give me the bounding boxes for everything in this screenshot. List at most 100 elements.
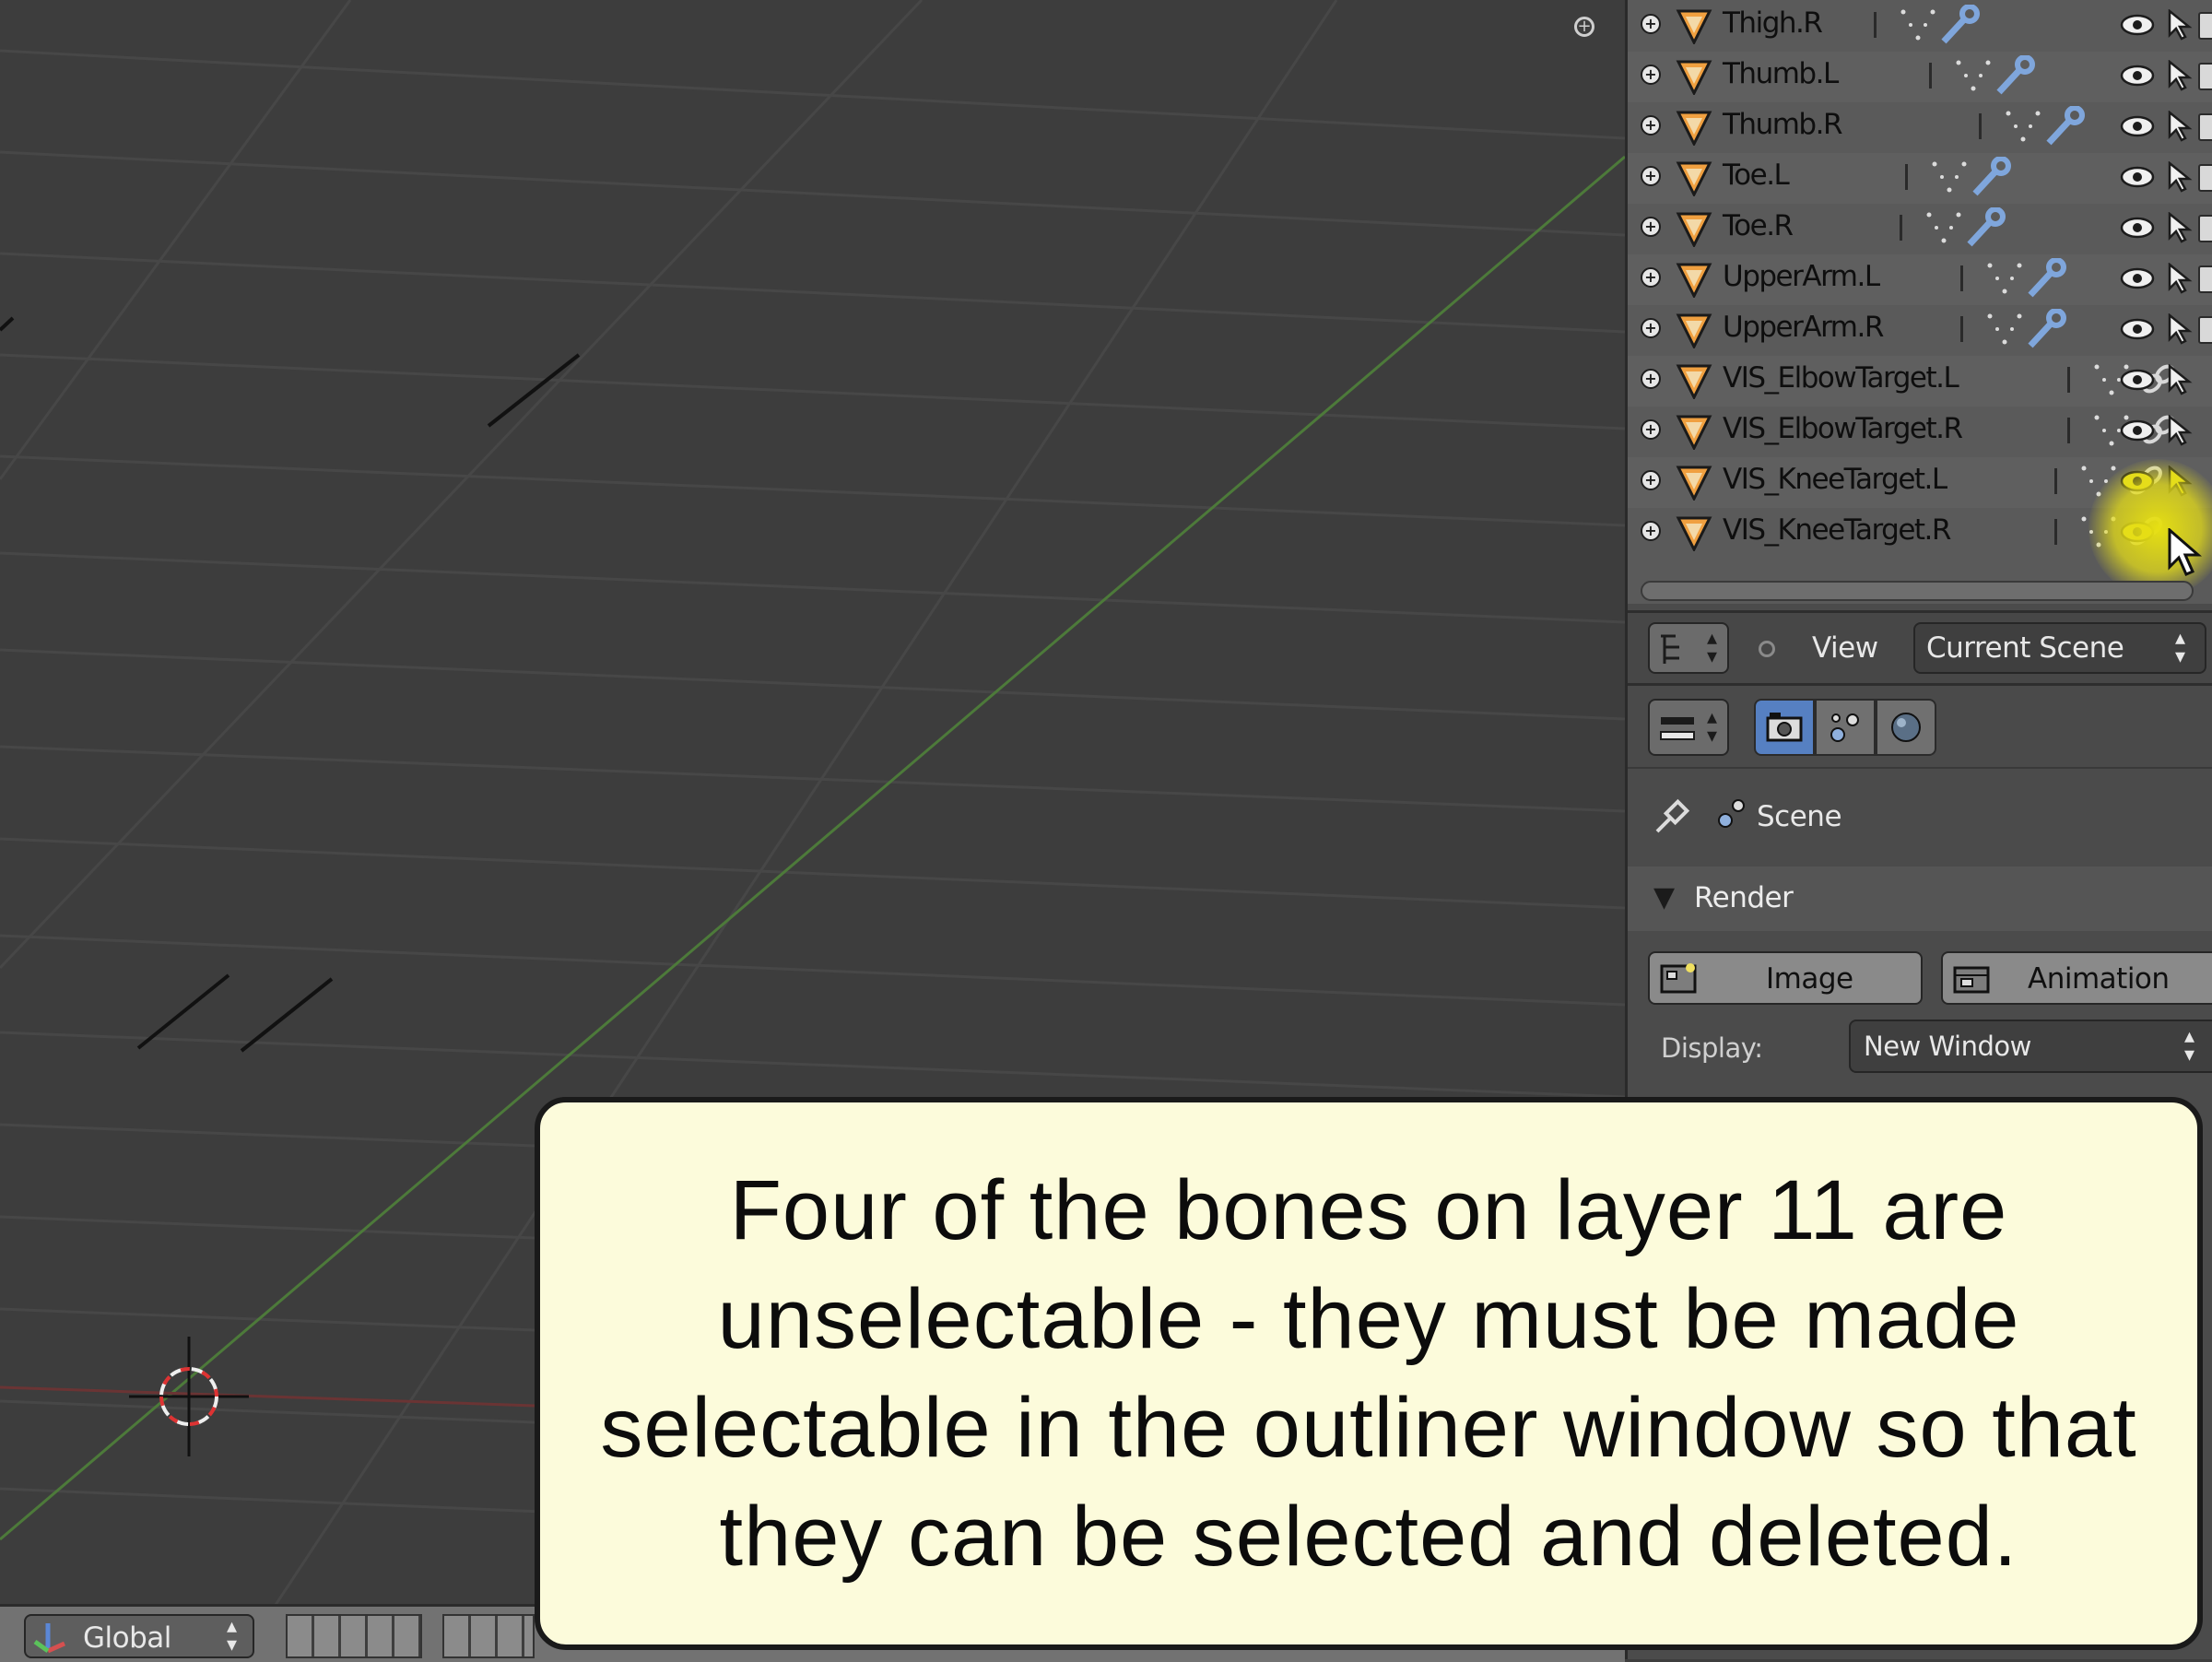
render-animation-button[interactable]: Animation <box>1941 951 2212 1005</box>
transform-orientation-dropdown[interactable]: Global ▴ ▾ <box>24 1614 254 1658</box>
visibility-eye-icon[interactable] <box>2120 519 2155 545</box>
expand-toggle-icon[interactable]: + <box>1641 521 1661 541</box>
expand-toggle-icon[interactable]: + <box>1641 14 1661 34</box>
expand-toggle-icon[interactable]: + <box>1641 419 1661 440</box>
properties-editor-type-button[interactable]: ▴ ▾ <box>1648 699 1729 756</box>
selectability-cursor-icon[interactable] <box>2166 212 2194 243</box>
selectability-cursor-icon[interactable] <box>2166 263 2194 294</box>
display-mode-dropdown[interactable]: Current Scene ▴ ▾ <box>1913 622 2206 674</box>
visibility-eye-icon[interactable] <box>2120 316 2155 342</box>
outliner-row-label[interactable]: Thumb.L <box>1723 57 1839 90</box>
visibility-eye-icon[interactable] <box>2120 164 2155 190</box>
selectability-cursor-icon[interactable] <box>2166 111 2194 142</box>
visibility-eye-icon[interactable] <box>2120 12 2155 38</box>
expand-toggle-icon[interactable]: + <box>1641 369 1661 389</box>
3d-cursor-icon[interactable] <box>129 1337 249 1456</box>
scene-icon <box>1830 713 1859 742</box>
selectability-cursor-icon[interactable] <box>2166 60 2194 91</box>
expand-toggle-icon[interactable]: + <box>1641 267 1661 288</box>
outliner-row-label[interactable]: VIS_ElbowTarget.R <box>1723 412 1963 445</box>
scene-layers-block-2[interactable] <box>442 1614 535 1658</box>
visibility-eye-icon[interactable] <box>2120 63 2155 88</box>
renderability-icon[interactable] <box>2198 164 2212 192</box>
selectability-cursor-icon[interactable] <box>2166 313 2194 345</box>
pin-icon[interactable] <box>1653 798 1690 835</box>
row-separator <box>2054 519 2057 545</box>
vertex-group-icon <box>2081 516 2116 548</box>
selectability-cursor-icon[interactable] <box>2166 161 2194 193</box>
tutorial-caption: Four of the bones on layer 11 are unsele… <box>535 1097 2203 1650</box>
outliner-row-label[interactable]: Thumb.R <box>1723 108 1843 141</box>
outliner-row[interactable]: + VIS_KneeTarget.R <box>1628 508 2212 559</box>
caption-text: Four of the bones on layer 11 are unsele… <box>600 1163 2137 1584</box>
expand-toggle-icon[interactable]: + <box>1641 217 1661 237</box>
outliner-row[interactable]: + UpperArm.L <box>1628 254 2212 305</box>
vertex-group-icon <box>1900 9 1936 41</box>
expand-toggle-icon[interactable]: + <box>1641 166 1661 186</box>
outliner-row[interactable]: + Thumb.R <box>1628 102 2212 153</box>
outliner-scrollbar[interactable] <box>1641 581 2194 601</box>
visibility-eye-icon[interactable] <box>2120 367 2155 393</box>
tab-world[interactable] <box>1876 699 1936 756</box>
outliner-row-label[interactable]: VIS_KneeTarget.L <box>1723 463 1947 496</box>
camera-icon <box>1766 713 1803 742</box>
display-dropdown[interactable]: New Window ▴ ▾ <box>1849 1020 2212 1073</box>
visibility-eye-icon[interactable] <box>2120 265 2155 291</box>
vertex-group-icon <box>1987 263 2022 294</box>
outliner-row-label[interactable]: UpperArm.R <box>1723 311 1884 344</box>
visibility-eye-icon[interactable] <box>2120 468 2155 494</box>
renderability-icon[interactable] <box>2198 12 2212 40</box>
outliner-row-label[interactable]: VIS_KneeTarget.R <box>1723 513 1951 547</box>
chevron-updown-icon: ▴ ▾ <box>227 1615 238 1656</box>
selectability-cursor-icon[interactable] <box>2166 364 2194 395</box>
chevron-updown-icon: ▴ ▾ <box>2184 1025 2195 1067</box>
editor-type-button[interactable]: ▴ ▾ <box>1648 622 1729 674</box>
outliner-row-label[interactable]: Toe.L <box>1723 159 1790 192</box>
outliner-editor-icon <box>1661 634 1679 664</box>
outliner-row[interactable]: + Toe.L <box>1628 153 2212 204</box>
render-panel-title: Render <box>1694 881 1794 914</box>
outliner-row[interactable]: + Thigh.R <box>1628 1 2212 52</box>
triangle-down-icon: ▼ <box>1653 881 1676 914</box>
expand-toggle-icon[interactable]: + <box>1641 318 1661 338</box>
outliner-row-label[interactable]: Toe.R <box>1723 209 1794 242</box>
tab-render[interactable] <box>1754 699 1815 756</box>
tab-scene[interactable] <box>1815 699 1876 756</box>
wrench-icon <box>1972 157 2011 196</box>
selectability-cursor-icon[interactable] <box>2166 9 2194 41</box>
renderability-icon[interactable] <box>2198 113 2212 141</box>
scene-layers-block-1[interactable] <box>286 1614 422 1658</box>
selectability-cursor-icon[interactable] <box>2166 466 2194 497</box>
outliner[interactable]: + Thigh.R + Thumb.L + Thumb.R + Toe.L + Toe.R + Upp… <box>1628 0 2212 604</box>
outliner-row[interactable]: + VIS_ElbowTarget.L <box>1628 356 2212 407</box>
render-image-button[interactable]: Image <box>1648 951 1923 1005</box>
outliner-row[interactable]: + UpperArm.R <box>1628 305 2212 356</box>
renderability-icon[interactable] <box>2198 63 2212 90</box>
outliner-row-label[interactable]: VIS_ElbowTarget.L <box>1723 361 1959 395</box>
outliner-row-label[interactable]: UpperArm.L <box>1723 260 1880 293</box>
render-image-label: Image <box>1766 962 1853 996</box>
outliner-row[interactable]: + VIS_ElbowTarget.R <box>1628 407 2212 457</box>
visibility-eye-icon[interactable] <box>2120 215 2155 241</box>
outliner-row-label[interactable]: Thigh.R <box>1723 6 1823 40</box>
expand-toggle-icon[interactable]: + <box>1641 65 1661 85</box>
expand-toggle-icon[interactable]: + <box>1641 470 1661 490</box>
visibility-eye-icon[interactable] <box>2120 113 2155 139</box>
render-panel-header[interactable]: ▼ Render <box>1628 866 2212 931</box>
renderability-icon[interactable] <box>2198 265 2212 293</box>
armature-bone-icon <box>1676 364 1712 399</box>
selectability-cursor-icon[interactable] <box>2166 415 2194 446</box>
outliner-row[interactable]: + Thumb.L <box>1628 52 2212 102</box>
display-mode-value: Current Scene <box>1926 631 2124 665</box>
outliner-row[interactable]: + VIS_KneeTarget.L <box>1628 457 2212 508</box>
filter-toggle-icon[interactable] <box>1759 641 1775 657</box>
view-menu[interactable]: View <box>1812 631 1878 665</box>
viewport-corner-icon[interactable]: + <box>1574 17 1594 37</box>
outliner-header: ▴ ▾ View Current Scene ▴ ▾ <box>1628 610 2212 686</box>
expand-toggle-icon[interactable]: + <box>1641 115 1661 136</box>
renderability-icon[interactable] <box>2198 215 2212 242</box>
renderability-icon[interactable] <box>2198 316 2212 344</box>
chevron-updown-icon: ▴ ▾ <box>1707 706 1718 748</box>
outliner-row[interactable]: + Toe.R <box>1628 204 2212 254</box>
visibility-eye-icon[interactable] <box>2120 418 2155 443</box>
